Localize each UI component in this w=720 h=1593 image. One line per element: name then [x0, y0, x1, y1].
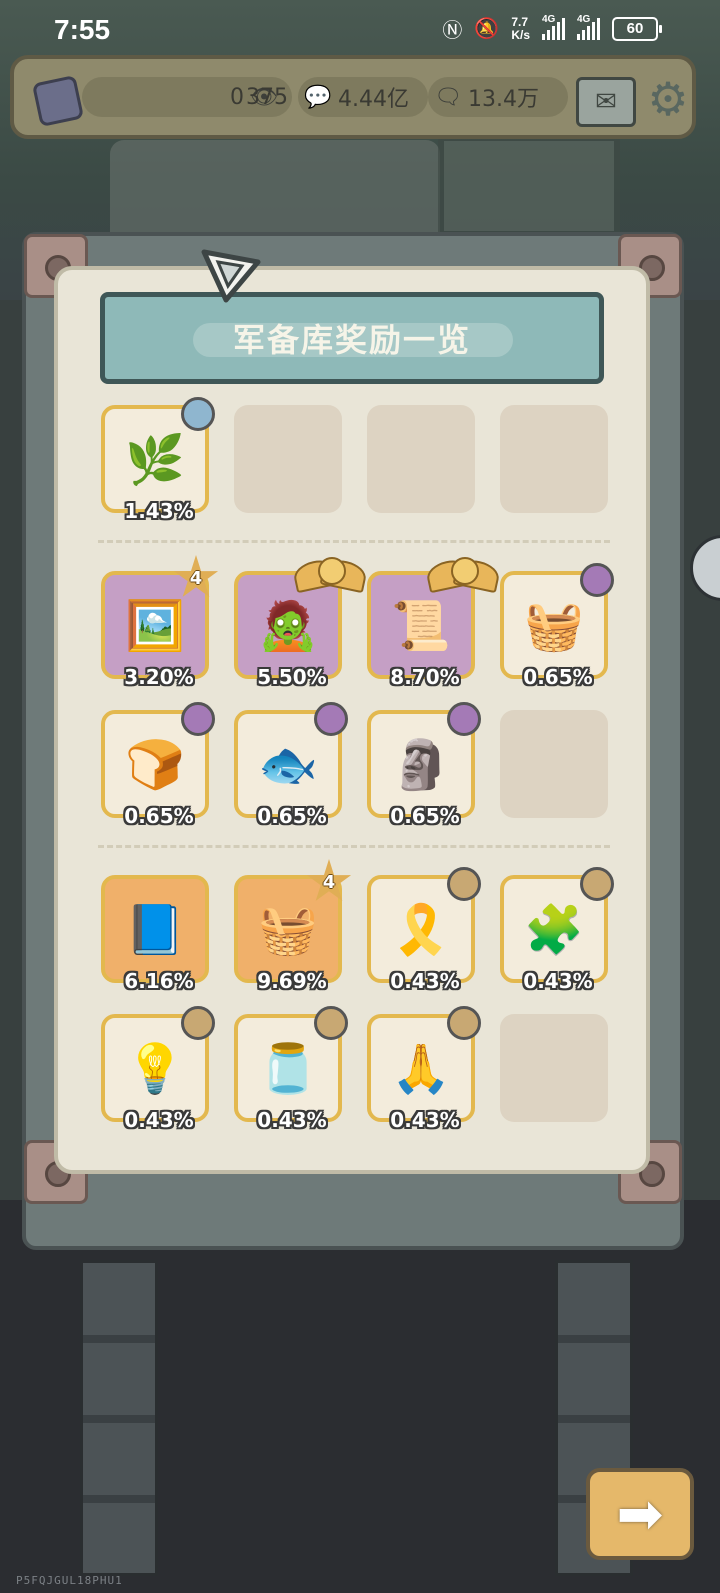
section-divider: [98, 845, 610, 848]
rarity-badge-icon: [447, 1006, 481, 1040]
signal-icon-2: 4G: [577, 14, 600, 40]
drop-rate-label: 0.43%: [390, 969, 460, 993]
winged-eye-badge-icon: [424, 555, 502, 595]
star-level-number: 4: [189, 567, 203, 589]
drop-rate-label: 6.16%: [124, 969, 194, 993]
battery-level: 60: [626, 20, 644, 37]
arrow-right-icon: ➡: [616, 1481, 664, 1547]
panel-title: 军备库奖励一览: [232, 321, 471, 359]
drop-rate-label: 0.65%: [257, 804, 327, 828]
reward-slot[interactable]: 🖼️ 4 3.20%: [101, 555, 219, 689]
network-speed: 7.7 K/s: [511, 14, 530, 42]
reward-slot[interactable]: 🧩 0.43%: [500, 867, 614, 993]
empty-slot: [500, 1014, 608, 1122]
reward-slot[interactable]: 🍞 0.65%: [101, 702, 215, 828]
drop-rate-label: 0.43%: [523, 969, 593, 993]
reward-slot[interactable]: 🐟 0.65%: [234, 702, 348, 828]
drop-rate-label: 0.43%: [390, 1108, 460, 1132]
rarity-badge-icon: [580, 867, 614, 901]
chat-bubble-icon: 🗨: [434, 84, 462, 110]
drop-rate-label: 0.65%: [124, 804, 194, 828]
signal-icon-1: 4G: [542, 14, 565, 40]
star-level-badge-icon: 4: [173, 555, 219, 601]
drop-rate-label: 0.43%: [124, 1108, 194, 1132]
reward-slot[interactable]: 🫙 0.43%: [234, 1006, 348, 1132]
star-level-badge-icon: 4: [306, 859, 352, 905]
empty-slot: [234, 405, 342, 513]
rarity-badge-icon: [181, 702, 215, 736]
star-level-number: 4: [322, 871, 336, 893]
drop-rate-label: 3.20%: [124, 665, 194, 689]
reward-slot[interactable]: 🧟 5.50%: [234, 556, 369, 689]
section-divider: [98, 540, 610, 543]
card-icon[interactable]: [31, 74, 85, 128]
drop-rate-label: 0.43%: [257, 1108, 327, 1132]
reward-slot[interactable]: 💡 0.43%: [101, 1006, 215, 1132]
resource-bar: 0 👁 375 💬 4.44亿 🗨 13.4万 ✉ ⚙: [10, 55, 696, 139]
chat-resource[interactable]: 🗨 13.4万: [428, 77, 568, 117]
rarity-badge-icon: [181, 397, 215, 431]
speech-resource-count: 4.44亿: [338, 87, 409, 112]
background-screen: [438, 135, 620, 237]
status-bar: 7:55 Ⓝ 🔕 7.7 K/s 4G 4G 60: [0, 0, 720, 58]
reward-slot[interactable]: 🧺 4 9.69%: [234, 859, 352, 993]
drop-rate-label: 5.50%: [257, 665, 327, 689]
coin-resource[interactable]: 375: [210, 77, 288, 117]
empty-slot: [367, 405, 475, 513]
mute-bell-icon: 🔕: [474, 18, 500, 40]
mail-icon[interactable]: ✉: [576, 77, 636, 127]
watermark: P5FQJGUL18PHU1: [16, 1574, 123, 1587]
reward-slot[interactable]: 📘 6.16%: [101, 875, 209, 993]
rarity-badge-icon: [314, 1006, 348, 1040]
speech-bubble-icon: 💬: [304, 84, 332, 110]
drop-rate-label: 9.69%: [257, 969, 327, 993]
drop-rate-label: 0.65%: [390, 804, 460, 828]
status-icons: Ⓝ 🔕 7.7 K/s 4G 4G 60: [442, 14, 662, 43]
reward-slot[interactable]: 📜 8.70%: [367, 556, 502, 689]
gear-icon[interactable]: ⚙: [642, 72, 694, 126]
reward-item-icon: 📘: [125, 901, 185, 958]
clock: 7:55: [54, 14, 111, 45]
speech-resource[interactable]: 💬 4.44亿: [298, 77, 428, 117]
network-speed-value: 7.7: [511, 14, 528, 29]
drop-rate-label: 8.70%: [390, 665, 460, 689]
triangle-emblem-icon: [201, 249, 261, 303]
coin-resource-count: 375: [246, 84, 288, 110]
empty-slot: [500, 710, 608, 818]
reward-slot[interactable]: 🎗️ 0.43%: [367, 867, 481, 993]
network-type-2: 4G: [577, 13, 591, 25]
rarity-badge-icon: [314, 702, 348, 736]
chat-resource-count: 13.4万: [468, 87, 539, 112]
network-speed-unit: K/s: [511, 27, 530, 42]
reward-slot[interactable]: 🙏 0.43%: [367, 1006, 481, 1132]
empty-slot: [500, 405, 608, 513]
drop-rate-label: 1.43%: [124, 499, 194, 523]
next-button[interactable]: ➡: [586, 1468, 694, 1560]
title-banner: 军备库奖励一览: [100, 292, 604, 384]
rarity-badge-icon: [181, 1006, 215, 1040]
reward-slot[interactable]: 🧺 0.65%: [500, 563, 614, 689]
nfc-icon: Ⓝ: [442, 20, 463, 42]
rarity-badge-icon: [447, 867, 481, 901]
rarity-badge-icon: [447, 702, 481, 736]
stone-pillar-left: [80, 1260, 158, 1576]
reward-slot[interactable]: 🌿 1.43%: [101, 397, 215, 523]
rarity-badge-icon: [580, 563, 614, 597]
reward-slot[interactable]: 🗿 0.65%: [367, 702, 481, 828]
battery-icon: 60: [612, 16, 662, 41]
network-type-1: 4G: [542, 13, 556, 25]
winged-eye-badge-icon: [291, 555, 369, 595]
drop-rate-label: 0.65%: [523, 665, 593, 689]
